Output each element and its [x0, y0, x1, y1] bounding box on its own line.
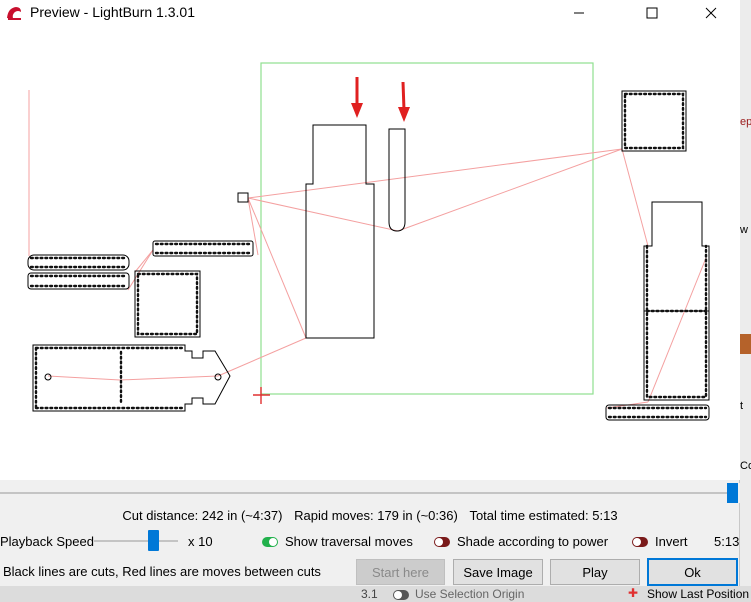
maximize-icon — [646, 7, 658, 19]
close-icon — [705, 7, 717, 19]
stats-line: Cut distance: 242 in (~4:37) Rapid moves… — [0, 508, 740, 528]
minimize-button[interactable] — [556, 0, 602, 26]
shade-toggle[interactable] — [434, 537, 450, 547]
origin-crosshair-icon — [253, 387, 270, 404]
toggle-knob — [435, 538, 443, 546]
background-use-selection-origin: Use Selection Origin — [415, 587, 525, 601]
playback-speed-slider[interactable] — [147, 530, 159, 551]
maximize-button[interactable] — [629, 0, 675, 26]
playback-speed-label: Playback Speed — [0, 534, 94, 549]
playback-time: 5:13 — [714, 534, 740, 549]
dotted-cut-paths — [29, 92, 708, 419]
background-toggle — [393, 590, 409, 600]
traversal-toggle[interactable] — [262, 537, 278, 547]
cut-distance-text: Cut distance: 242 in (~4:37) — [122, 508, 283, 523]
shade-label: Shade according to power — [457, 534, 609, 549]
background-number: 3.1 — [361, 587, 378, 601]
minimize-icon — [574, 12, 584, 14]
rapid-moves-text: Rapid moves: 179 in (~0:36) — [294, 508, 458, 523]
work-area-boundary — [260, 62, 594, 395]
playback-speed-track — [94, 540, 178, 542]
background-text-ep: ep — [740, 116, 751, 128]
speed-multiplier: x 10 — [188, 534, 213, 549]
background-text-t: t — [740, 400, 744, 412]
background-text-w: w — [740, 224, 748, 236]
total-time-text: Total time estimated: 5:13 — [469, 508, 618, 523]
close-button[interactable] — [688, 0, 734, 26]
preview-canvas[interactable] — [0, 26, 740, 480]
background-orange-block — [740, 334, 751, 354]
title-bar: Preview - LightBurn 1.3.01 — [0, 0, 740, 26]
lightburn-logo-icon — [5, 4, 23, 22]
annotation-arrows — [351, 77, 410, 122]
legend-text: Black lines are cuts, Red lines are move… — [3, 564, 321, 579]
invert-label: Invert — [655, 534, 688, 549]
dialog-footer: Black lines are cuts, Red lines are move… — [0, 558, 751, 586]
save-image-button[interactable]: Save Image — [453, 559, 543, 585]
cut-outlines — [27, 90, 710, 421]
toggle-knob — [633, 538, 641, 546]
play-button[interactable]: Play — [550, 559, 640, 585]
background-app-strip: 3.1 Use Selection Origin ✚ Show Last Pos… — [0, 586, 751, 602]
playback-controls: Playback Speed x 10 Show traversal moves… — [0, 530, 751, 552]
background-show-last-position: Show Last Position — [647, 587, 750, 601]
scrollbar-thumb[interactable] — [727, 483, 738, 503]
toolpath-preview — [27, 62, 710, 421]
toggle-knob — [269, 538, 277, 546]
traversal-moves — [28, 90, 707, 409]
background-text-co: Co — [740, 460, 751, 472]
scrollbar-track — [0, 492, 727, 494]
background-app-edge: ep w t Co — [740, 0, 751, 602]
toggle-knob — [394, 591, 402, 599]
playback-position-scrollbar[interactable] — [0, 483, 740, 503]
start-here-button[interactable]: Start here — [356, 559, 445, 585]
invert-toggle[interactable] — [632, 537, 648, 547]
crosshair-icon: ✚ — [628, 586, 639, 600]
preview-window: Preview - LightBurn 1.3.01 Cut distance:… — [0, 0, 740, 602]
ok-button[interactable]: Ok — [647, 558, 738, 586]
window-title: Preview - LightBurn 1.3.01 — [30, 4, 195, 20]
traversal-label: Show traversal moves — [285, 534, 413, 549]
